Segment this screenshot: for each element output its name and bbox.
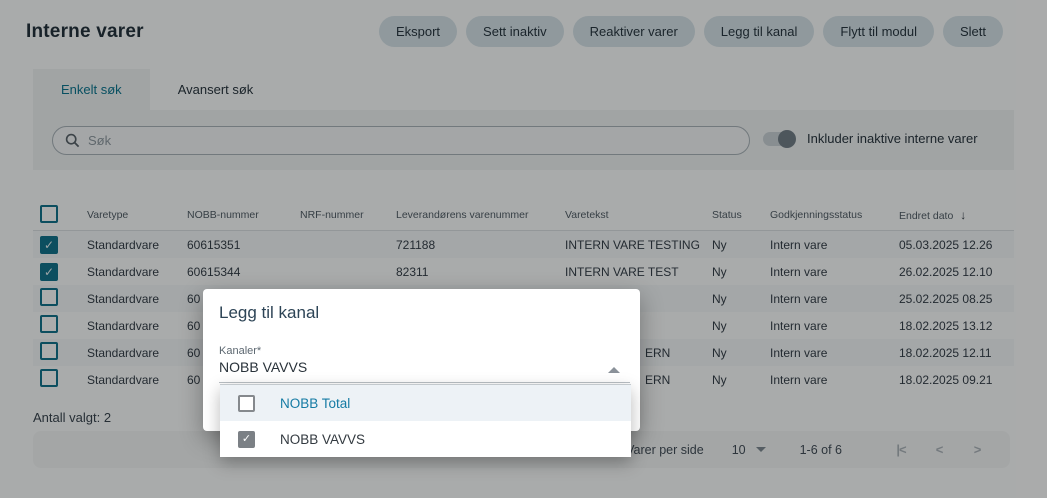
modal-title: Legg til kanal [219,303,319,323]
field-underline [219,382,630,383]
option-label: NOBB VAVVS [280,432,365,447]
kanaler-select[interactable]: NOBB VAVVS [219,359,609,375]
select-caret-up-icon[interactable] [608,367,620,373]
option-label: NOBB Total [280,396,350,411]
interne-varer-page: Interne varer Eksport Sett inaktiv Reakt… [0,0,1047,498]
kanaler-dropdown: NOBB Total NOBB VAVVS [220,384,631,457]
option-nobb-vavvs[interactable]: NOBB VAVVS [220,421,631,457]
option-checkbox[interactable] [238,431,255,448]
option-checkbox[interactable] [238,395,255,412]
kanaler-field-label: Kanaler* [219,345,261,357]
option-nobb-total[interactable]: NOBB Total [220,385,631,421]
